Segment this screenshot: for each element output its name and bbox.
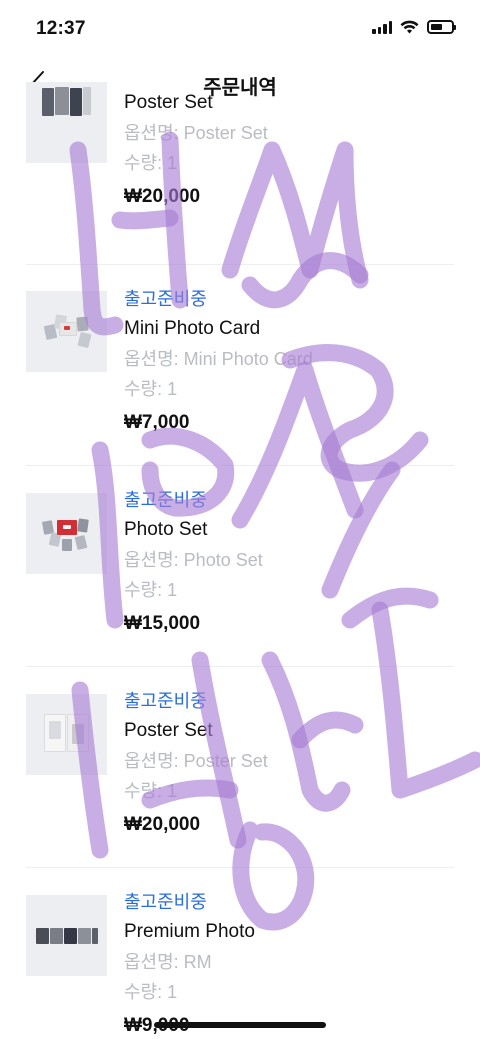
option-text: 옵션명: Poster Set [124, 123, 268, 143]
signal-icon [372, 20, 392, 34]
product-name: Poster Set [124, 720, 213, 741]
product-thumbnail[interactable] [26, 493, 107, 574]
order-item[interactable]: 출고준비중 Mini Photo Card 옵션명: Mini Photo Ca… [0, 284, 480, 486]
option-text: 옵션명: Photo Set [124, 550, 263, 570]
order-info: Poster Set 옵션명: Poster Set 수량: 1 ₩20,000 [124, 88, 268, 214]
product-name: Mini Photo Card [124, 318, 261, 339]
price-text: ₩15,000 [124, 613, 201, 634]
divider [26, 465, 454, 466]
product-name: Photo Set [124, 519, 208, 540]
option-text: 옵션명: Poster Set [124, 751, 268, 771]
home-indicator[interactable] [154, 1022, 326, 1028]
order-item[interactable]: 출고준비중 Premium Photo 옵션명: RM 수량: 1 ₩9,000 [0, 887, 480, 1039]
order-info: 출고준비중 Premium Photo 옵션명: RM 수량: 1 ₩9,000 [124, 887, 255, 1039]
divider [26, 666, 454, 667]
quantity-text: 수량: 1 [124, 153, 178, 173]
divider [26, 264, 454, 265]
quantity-text: 수량: 1 [124, 982, 178, 1002]
product-name: Poster Set [124, 92, 213, 113]
status-badge: 출고준비중 [124, 892, 207, 912]
order-info: 출고준비중 Photo Set 옵션명: Photo Set 수량: 1 ₩15… [124, 485, 263, 641]
order-info: 출고준비중 Mini Photo Card 옵션명: Mini Photo Ca… [124, 284, 313, 440]
status-icons [372, 20, 456, 34]
product-name: Premium Photo [124, 921, 255, 942]
option-text: 옵션명: Mini Photo Card [124, 349, 313, 369]
order-info: 출고준비중 Poster Set 옵션명: Poster Set 수량: 1 ₩… [124, 686, 268, 842]
product-thumbnail[interactable] [26, 895, 107, 976]
product-thumbnail[interactable] [26, 291, 107, 372]
status-bar: 12:37 [0, 0, 480, 56]
order-item[interactable]: 출고준비중 Photo Set 옵션명: Photo Set 수량: 1 ₩15… [0, 485, 480, 687]
battery-icon [427, 20, 456, 34]
quantity-text: 수량: 1 [124, 781, 178, 801]
option-text: 옵션명: RM [124, 952, 212, 972]
divider [26, 867, 454, 868]
status-badge: 출고준비중 [124, 490, 207, 510]
quantity-text: 수량: 1 [124, 379, 178, 399]
order-item[interactable]: Poster Set 옵션명: Poster Set 수량: 1 ₩20,000 [0, 82, 480, 284]
price-text: ₩20,000 [124, 186, 201, 207]
price-text: ₩7,000 [124, 412, 190, 433]
product-thumbnail[interactable] [26, 82, 107, 163]
product-thumbnail[interactable] [26, 694, 107, 775]
quantity-text: 수량: 1 [124, 580, 178, 600]
status-badge: 출고준비중 [124, 691, 207, 711]
status-badge: 출고준비중 [124, 289, 207, 309]
price-text: ₩20,000 [124, 814, 201, 835]
status-time: 12:37 [36, 18, 86, 39]
order-item[interactable]: 출고준비중 Poster Set 옵션명: Poster Set 수량: 1 ₩… [0, 686, 480, 888]
wifi-icon [400, 20, 419, 34]
